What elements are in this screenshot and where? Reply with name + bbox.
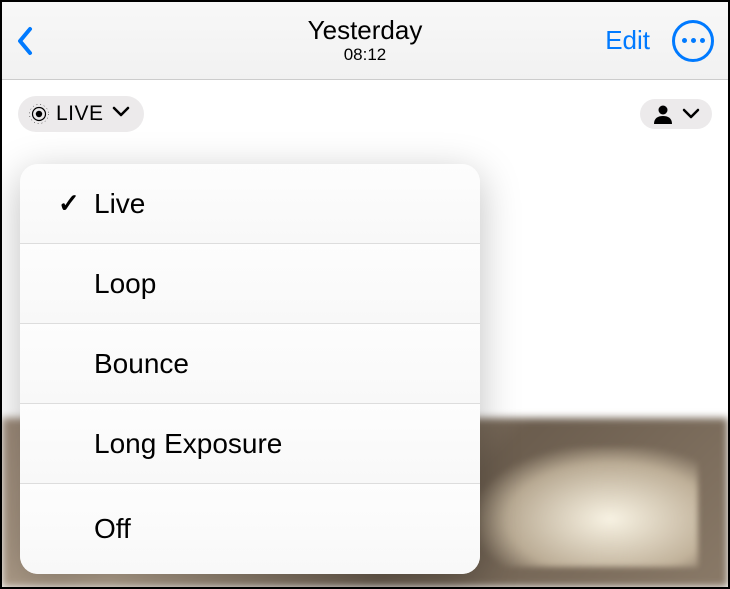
- header-title: Yesterday: [308, 16, 423, 45]
- dropdown-option-label: Off: [94, 513, 131, 545]
- header-actions: Edit: [605, 20, 714, 62]
- more-button[interactable]: [672, 20, 714, 62]
- dropdown-option-label: Loop: [94, 268, 156, 300]
- header: Yesterday 08:12 Edit: [2, 2, 728, 80]
- dropdown-option-off[interactable]: ✓ Off: [20, 484, 480, 574]
- header-title-area: Yesterday 08:12: [308, 16, 423, 66]
- header-subtitle: 08:12: [308, 45, 423, 65]
- checkmark-icon: ✓: [58, 188, 94, 219]
- toolbar: LIVE: [2, 80, 728, 148]
- back-button[interactable]: [16, 26, 56, 56]
- live-photo-icon: [28, 103, 50, 125]
- chevron-down-icon: [112, 105, 130, 123]
- dropdown-option-live[interactable]: ✓ Live: [20, 164, 480, 244]
- dropdown-option-label: Bounce: [94, 348, 189, 380]
- live-mode-dropdown: ✓ Live ✓ Loop ✓ Bounce ✓ Long Exposure ✓…: [20, 164, 480, 574]
- dropdown-option-long-exposure[interactable]: ✓ Long Exposure: [20, 404, 480, 484]
- chevron-left-icon: [16, 26, 34, 56]
- people-button[interactable]: [640, 99, 712, 129]
- edit-button[interactable]: Edit: [605, 25, 650, 56]
- dropdown-option-label: Long Exposure: [94, 428, 282, 460]
- chevron-down-icon: [682, 108, 700, 120]
- dropdown-option-bounce[interactable]: ✓ Bounce: [20, 324, 480, 404]
- dropdown-option-label: Live: [94, 188, 145, 220]
- dropdown-option-loop[interactable]: ✓ Loop: [20, 244, 480, 324]
- live-badge-label: LIVE: [56, 102, 104, 126]
- live-photo-mode-button[interactable]: LIVE: [18, 96, 144, 132]
- person-icon: [652, 104, 674, 124]
- ellipsis-icon: [682, 38, 687, 43]
